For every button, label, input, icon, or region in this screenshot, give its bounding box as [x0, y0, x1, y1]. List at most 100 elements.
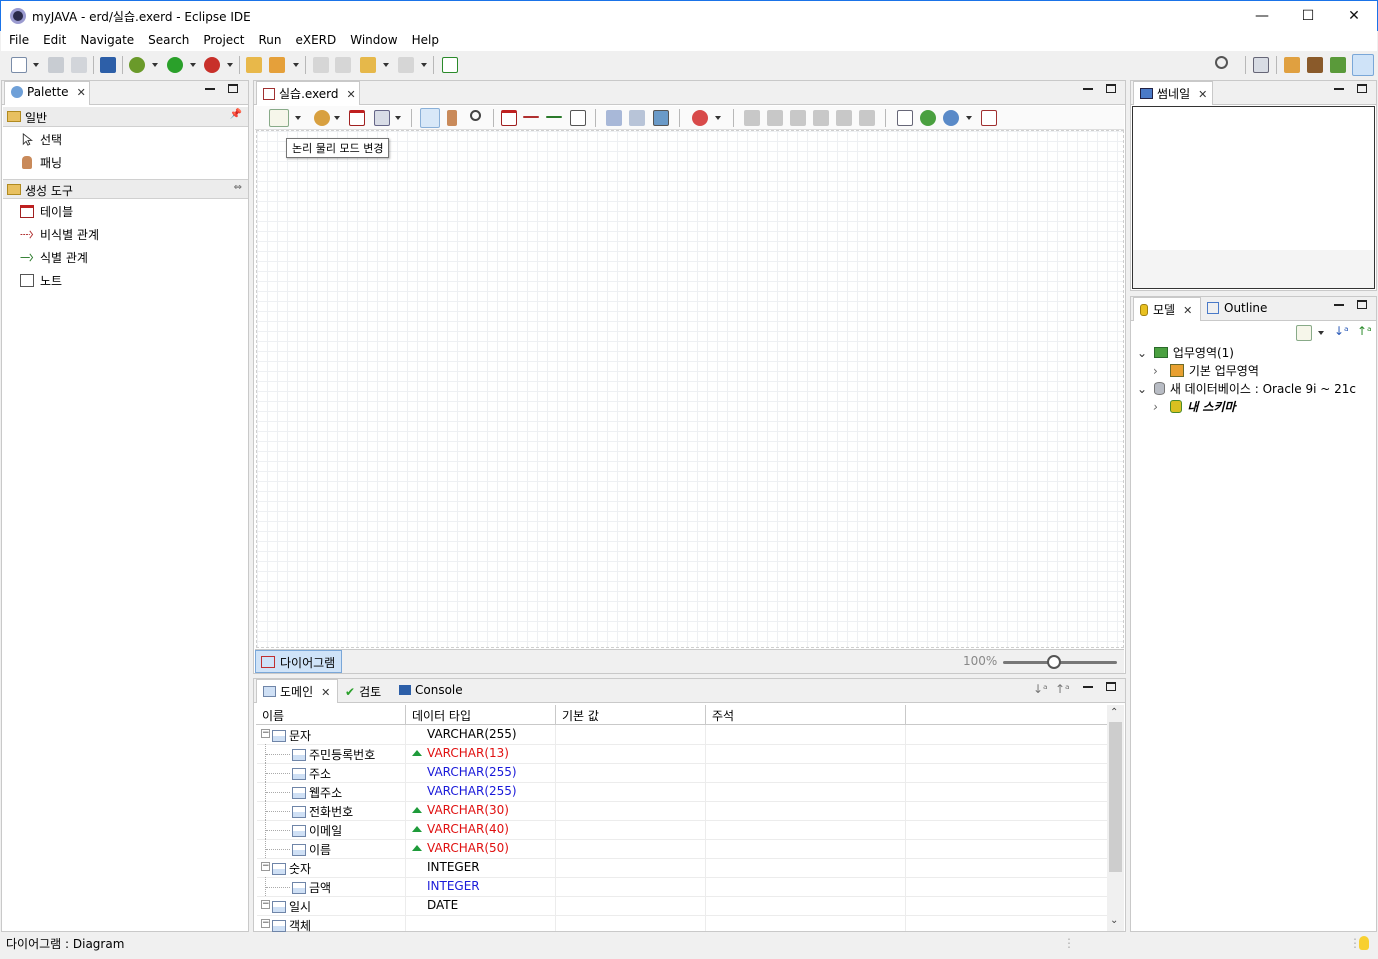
- palette-item-non-identifying[interactable]: 비식별 관계: [20, 225, 99, 245]
- tab-outline[interactable]: Outline: [1207, 301, 1267, 315]
- new-icon[interactable]: [11, 57, 27, 73]
- column-header-name[interactable]: 이름: [256, 705, 406, 725]
- model-tree-item-default-workarea[interactable]: › 기본 업무영역: [1153, 362, 1259, 379]
- create-table-icon[interactable]: [501, 110, 517, 126]
- scroll-down-icon[interactable]: ⌄: [1110, 915, 1118, 926]
- collapse-icon[interactable]: ⇔: [234, 182, 242, 193]
- run-dropdown-icon[interactable]: [190, 63, 196, 67]
- debug-perspective-icon[interactable]: [1330, 57, 1346, 73]
- scroll-up-icon[interactable]: ⌃: [1110, 707, 1118, 718]
- back-dropdown-icon[interactable]: [383, 63, 389, 67]
- close-icon[interactable]: ✕: [321, 686, 330, 699]
- menu-run[interactable]: Run: [251, 31, 288, 47]
- validate-icon[interactable]: [920, 110, 936, 126]
- column-header-datatype[interactable]: 데이터 타입: [406, 705, 556, 725]
- database-dropdown-icon[interactable]: [334, 116, 340, 120]
- model-tree-item-workarea[interactable]: ⌄ 업무영역(1): [1137, 344, 1234, 361]
- table-row[interactable]: 금액 INTEGER: [257, 877, 1107, 897]
- database-icon[interactable]: [314, 110, 330, 126]
- minimize-icon[interactable]: [1334, 304, 1344, 306]
- reverse-dropdown-icon[interactable]: [966, 116, 972, 120]
- debug-icon[interactable]: [129, 57, 145, 73]
- model-mode-icon[interactable]: [1296, 325, 1312, 341]
- close-icon[interactable]: ✕: [347, 88, 356, 101]
- sort-asc-icon[interactable]: ↓ᵃ: [1033, 682, 1048, 696]
- pin-icon[interactable]: 📌: [230, 109, 242, 120]
- palette-item-pan[interactable]: 패닝: [20, 153, 62, 173]
- menu-help[interactable]: Help: [405, 31, 446, 47]
- print-icon[interactable]: [606, 110, 622, 126]
- external-tools-icon[interactable]: [204, 57, 220, 73]
- debug-dropdown-icon[interactable]: [152, 63, 158, 67]
- team-perspective-icon[interactable]: [1307, 57, 1323, 73]
- tab-diagram[interactable]: 다이어그램: [255, 650, 342, 673]
- table-row[interactable]: − 숫자 INTEGER: [257, 859, 1107, 878]
- maximize-icon[interactable]: [228, 84, 238, 93]
- exerd-perspective-icon[interactable]: [1352, 54, 1374, 76]
- menu-navigate[interactable]: Navigate: [73, 31, 141, 47]
- menu-window[interactable]: Window: [343, 31, 404, 47]
- close-icon[interactable]: ✕: [77, 86, 86, 99]
- copy-dropdown-icon[interactable]: [395, 116, 401, 120]
- next-edit-icon[interactable]: [335, 57, 351, 73]
- logical-physical-mode-icon[interactable]: [269, 109, 289, 127]
- maximize-button[interactable]: ☐: [1285, 1, 1331, 31]
- palette-item-table[interactable]: 테이블: [20, 202, 73, 222]
- create-non-identifying-icon[interactable]: [523, 116, 539, 118]
- zoom-tool-icon[interactable]: [470, 110, 481, 121]
- tab-model[interactable]: 모델 ✕: [1133, 297, 1201, 321]
- palette-item-identifying[interactable]: 식별 관계: [20, 248, 88, 268]
- maximize-icon[interactable]: [1357, 300, 1367, 309]
- table-row[interactable]: 주소 VARCHAR(255): [257, 763, 1107, 783]
- align-left-icon[interactable]: [744, 110, 760, 126]
- align-right-icon[interactable]: [790, 110, 806, 126]
- sort-desc-icon[interactable]: ↑ᵃ: [1357, 324, 1372, 338]
- maximize-icon[interactable]: [1106, 682, 1116, 691]
- table-row[interactable]: − 일시 DATE: [257, 897, 1107, 916]
- open-type-icon[interactable]: [269, 57, 285, 73]
- align-bottom-icon[interactable]: [859, 110, 875, 126]
- palette-item-select[interactable]: 선택: [20, 130, 62, 150]
- save-all-icon[interactable]: [71, 57, 87, 73]
- external-dropdown-icon[interactable]: [227, 63, 233, 67]
- report-icon[interactable]: [981, 110, 997, 126]
- column-header-default[interactable]: 기본 값: [556, 705, 706, 725]
- column-header-comment[interactable]: 주석: [706, 705, 906, 725]
- table-row[interactable]: 이메일 VARCHAR(40): [257, 820, 1107, 840]
- close-icon[interactable]: ✕: [1198, 88, 1207, 101]
- print-setup-icon[interactable]: [629, 110, 645, 126]
- forward-dropdown-icon[interactable]: [421, 63, 427, 67]
- align-center-icon[interactable]: [767, 110, 783, 126]
- table-row[interactable]: − 문자 VARCHAR(255): [257, 726, 1107, 745]
- tab-console[interactable]: Console: [399, 683, 463, 697]
- minimize-button[interactable]: —: [1239, 1, 1285, 31]
- copy-icon[interactable]: [374, 110, 390, 126]
- lightbulb-icon[interactable]: [1359, 936, 1369, 950]
- create-note-icon[interactable]: [570, 110, 586, 126]
- open-perspective-icon[interactable]: [1253, 57, 1269, 73]
- pan-tool-icon[interactable]: [447, 110, 457, 126]
- search-icon[interactable]: [1215, 56, 1228, 69]
- menu-search[interactable]: Search: [141, 31, 196, 47]
- export-image-icon[interactable]: [653, 110, 669, 126]
- zoom-slider-thumb[interactable]: [1047, 655, 1062, 669]
- new-dropdown-icon[interactable]: [33, 63, 39, 67]
- back-icon[interactable]: [360, 57, 376, 73]
- model-tree-item-database[interactable]: ⌄ 새 데이터베이스 : Oracle 9i ~ 21c: [1137, 380, 1356, 397]
- terminal-icon[interactable]: [100, 57, 116, 73]
- forward-icon[interactable]: [398, 57, 414, 73]
- tab-palette[interactable]: Palette ✕: [4, 81, 90, 105]
- mode-dropdown-icon[interactable]: [295, 116, 301, 120]
- close-button[interactable]: ✕: [1331, 1, 1377, 31]
- menu-exerd[interactable]: eXERD: [288, 31, 343, 47]
- minimize-icon[interactable]: [205, 88, 215, 90]
- color-dropdown-icon[interactable]: [715, 116, 721, 120]
- close-icon[interactable]: ✕: [1183, 304, 1192, 317]
- minimize-icon[interactable]: [1334, 88, 1344, 90]
- sort-asc-icon[interactable]: ↓ᵃ: [1334, 324, 1349, 338]
- save-icon[interactable]: [48, 57, 64, 73]
- maximize-icon[interactable]: [1106, 84, 1116, 93]
- minimize-icon[interactable]: [1083, 686, 1093, 688]
- scroll-thumb[interactable]: [1109, 722, 1122, 872]
- prev-edit-icon[interactable]: [313, 57, 329, 73]
